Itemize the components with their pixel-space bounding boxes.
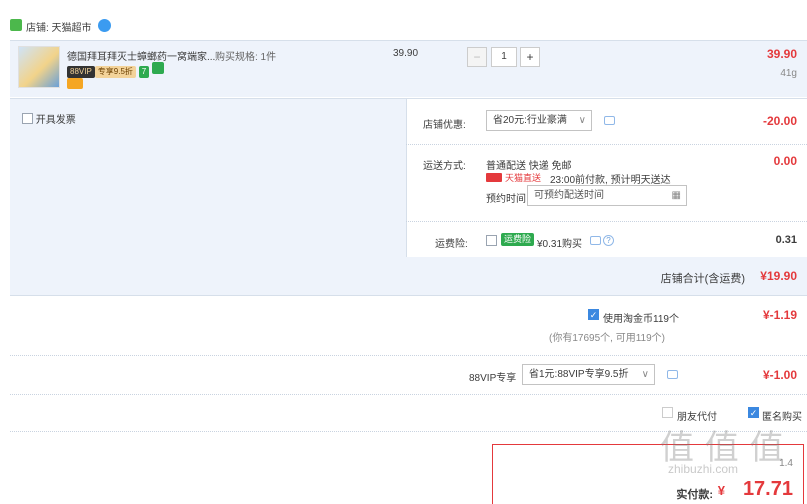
insurance-tag: 运费险 — [501, 233, 535, 246]
item-row: 德国拜耳拜灭士蟑螂药一窝端家... 购买规格: 1件 88VIP 专享9.5折 7… — [10, 40, 807, 97]
vip88-row: 88VIP专享 省1元:88VIP专享9.5折 ∨ ¥-1.00 — [10, 356, 807, 394]
chat-bubble-icon[interactable] — [667, 370, 678, 379]
appointment-placeholder: 可预约配送时间 — [534, 190, 604, 201]
seven-day-badge: 7 — [138, 66, 150, 78]
insurance-checkbox[interactable] — [486, 235, 497, 246]
invoice-checkbox[interactable] — [22, 113, 33, 124]
vip-discount-badge: 专享9.5折 — [94, 66, 136, 78]
coins-row: ✓ 使用淘金币119个 (你有17695个, 可用119个) ¥-1.19 — [10, 297, 807, 355]
quantity-input[interactable]: 1 — [491, 47, 517, 67]
summary-label: 实付款: — [676, 489, 713, 501]
chevron-down-icon: ∨ — [641, 369, 649, 380]
calendar-icon: ▦ — [671, 190, 681, 201]
shop-label[interactable]: 店铺: 天猫超市 — [26, 19, 92, 34]
vip88-label: 88VIP专享 — [469, 373, 517, 384]
coins-note: (你有17695个, 可用119个) — [549, 333, 665, 344]
insurance-amount: 0.31 — [775, 234, 797, 246]
appointment-input[interactable]: 可预约配送时间 ▦ — [527, 185, 687, 206]
item-total: 39.90 — [766, 47, 797, 61]
store-total-amount: ¥19.90 — [760, 269, 797, 283]
shipping-method: 普通配送 快递 免邮 — [486, 161, 572, 172]
order-options: 开具发票 店铺优惠: 省20元:行业豪满 ∨ -20.00 运送方式: 普通配送 … — [10, 98, 807, 296]
decrease-button[interactable]: − — [467, 47, 487, 67]
quantity-stepper: − 1 + — [467, 47, 541, 67]
unit-price: 39.90 — [393, 48, 419, 59]
store-total-label: 店铺合计(含运费) — [660, 273, 745, 285]
card-icon — [67, 78, 83, 89]
insurance-price: ¥0.31购买 — [537, 239, 583, 250]
invoice-label: 开具发票 — [35, 115, 76, 126]
shipping-label: 运送方式: — [423, 161, 466, 172]
vip88-amount: ¥-1.00 — [762, 368, 797, 382]
shipping-amount: 0.00 — [773, 154, 797, 168]
store-discount-label: 店铺优惠: — [423, 120, 466, 131]
store-discount-selected: 省20元:行业豪满 — [493, 115, 567, 126]
chevron-down-icon: ∨ — [578, 115, 586, 126]
store-discount-select[interactable]: 省20元:行业豪满 ∨ — [486, 110, 592, 131]
tmall-logo-icon — [486, 173, 502, 182]
wangwang-chat-icon[interactable] — [98, 19, 111, 32]
store-discount-amount: -20.00 — [762, 114, 797, 128]
shipping-eta: 23:00前付款, 预计明天送达 — [550, 175, 671, 186]
guarantee-badge-icon — [151, 62, 164, 74]
coins-checkbox[interactable]: ✓ — [588, 309, 599, 320]
item-thumbnail[interactable] — [18, 46, 60, 88]
item-badges: 88VIP 专享9.5折 7 — [67, 62, 164, 78]
tmall-direct-label: 天猫直送 — [505, 173, 542, 183]
summary-currency: ¥ — [717, 483, 725, 498]
vip88-selected: 省1元:88VIP专享9.5折 — [529, 369, 629, 380]
item-weight: 41g — [780, 68, 797, 79]
appointment-label: 预约时间 — [486, 194, 526, 205]
chat-bubble-icon[interactable] — [590, 236, 601, 245]
vip-badge: 88VIP — [67, 66, 95, 78]
item-title[interactable]: 德国拜耳拜灭士蟑螂药一窝端家... — [67, 48, 215, 63]
invoice-option[interactable]: 开具发票 — [22, 111, 76, 126]
insurance-label: 运费险: — [435, 239, 468, 250]
shop-icon — [10, 19, 22, 31]
coins-label: 使用淘金币119个 — [603, 314, 679, 325]
coins-amount: ¥-1.19 — [762, 308, 797, 322]
watermark-url: zhibuzhi.com — [668, 462, 739, 476]
vip88-select[interactable]: 省1元:88VIP专享9.5折 ∨ — [522, 364, 655, 385]
increase-button[interactable]: + — [520, 47, 540, 67]
help-icon[interactable]: ? — [603, 235, 614, 246]
summary-amount: 17.71 — [742, 478, 793, 500]
anonymous-checkbox[interactable]: ✓ — [748, 407, 759, 418]
item-spec: 购买规格: 1件 — [215, 52, 277, 63]
friend-pay-checkbox[interactable] — [662, 407, 673, 418]
chat-bubble-icon[interactable] — [604, 116, 615, 125]
